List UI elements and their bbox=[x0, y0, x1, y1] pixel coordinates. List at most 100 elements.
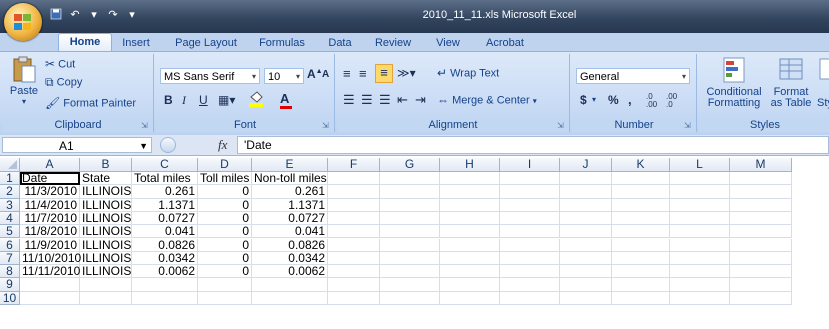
percent-button[interactable]: % bbox=[608, 93, 619, 107]
cell-m9[interactable] bbox=[730, 278, 792, 292]
cell-f3[interactable] bbox=[328, 198, 380, 212]
comma-button[interactable]: , bbox=[628, 92, 632, 107]
tab-acrobat[interactable]: Acrobat bbox=[478, 35, 532, 51]
borders-icon[interactable]: ▦▾ bbox=[218, 93, 235, 107]
cell-c2[interactable]: 0.261 bbox=[132, 185, 198, 199]
cell-c1[interactable]: Total miles bbox=[132, 172, 198, 186]
cell-a3[interactable]: 11/4/2010 bbox=[20, 198, 80, 212]
cell-g5[interactable] bbox=[380, 225, 440, 239]
row-header-2[interactable]: 2 bbox=[0, 185, 20, 199]
column-header-j[interactable]: J bbox=[560, 158, 612, 172]
copy-button[interactable]: ⧉ Copy bbox=[45, 74, 82, 91]
conditional-formatting-button[interactable]: Conditional Formatting bbox=[703, 56, 765, 109]
cell-m3[interactable] bbox=[730, 198, 792, 212]
cell-k3[interactable] bbox=[612, 198, 670, 212]
cell-m10[interactable] bbox=[730, 291, 792, 305]
chevron-down-icon[interactable]: ▾ bbox=[592, 95, 596, 104]
cell-i2[interactable] bbox=[500, 185, 560, 199]
align-right-icon[interactable]: ☰ bbox=[379, 92, 391, 108]
formula-input[interactable]: 'Date bbox=[237, 136, 829, 154]
cell-j10[interactable] bbox=[560, 291, 612, 305]
cell-l4[interactable] bbox=[670, 211, 730, 226]
cell-l2[interactable] bbox=[670, 185, 730, 199]
cell-b7[interactable]: ILLINOIS bbox=[80, 252, 132, 266]
cell-a9[interactable] bbox=[20, 278, 80, 292]
cell-b10[interactable] bbox=[80, 291, 132, 305]
cell-g4[interactable] bbox=[380, 211, 440, 226]
cell-h6[interactable] bbox=[440, 238, 500, 252]
cell-i7[interactable] bbox=[500, 251, 560, 266]
cut-button[interactable]: ✂ Cut bbox=[45, 56, 75, 73]
row-header-4[interactable]: 4 bbox=[0, 212, 20, 226]
formula-bar-expand-icon[interactable] bbox=[160, 137, 176, 153]
cell-g10[interactable] bbox=[380, 291, 440, 305]
cell-h4[interactable] bbox=[440, 211, 500, 226]
row-header-7[interactable]: 7 bbox=[0, 252, 20, 266]
cell-c6[interactable]: 0.0826 bbox=[132, 238, 198, 252]
name-box[interactable]: A1 ▼ bbox=[2, 137, 152, 153]
cell-l8[interactable] bbox=[670, 265, 730, 279]
cell-l3[interactable] bbox=[670, 198, 730, 212]
decrease-indent-icon[interactable]: ⇤ bbox=[397, 92, 408, 108]
cell-h1[interactable] bbox=[440, 172, 500, 186]
cell-k4[interactable] bbox=[612, 211, 670, 226]
cell-b2[interactable]: ILLINOIS bbox=[80, 185, 132, 199]
cell-g2[interactable] bbox=[380, 185, 440, 199]
cell-e5[interactable]: 0.041 bbox=[252, 225, 328, 239]
cell-c9[interactable] bbox=[132, 278, 198, 292]
column-header-b[interactable]: B bbox=[80, 158, 132, 172]
cell-f1[interactable] bbox=[328, 172, 380, 186]
cell-d9[interactable] bbox=[198, 278, 252, 292]
cell-i6[interactable] bbox=[500, 238, 560, 252]
cell-l5[interactable] bbox=[670, 225, 730, 239]
cell-f2[interactable] bbox=[328, 185, 380, 199]
align-center-icon[interactable]: ☰ bbox=[361, 92, 373, 108]
column-header-h[interactable]: H bbox=[440, 158, 500, 172]
cell-j6[interactable] bbox=[560, 238, 612, 252]
chevron-down-icon[interactable]: ▾ bbox=[9, 97, 39, 106]
cell-e3[interactable]: 1.1371 bbox=[252, 198, 328, 212]
cell-j4[interactable] bbox=[560, 211, 612, 226]
cell-k6[interactable] bbox=[612, 238, 670, 252]
cell-a2[interactable]: 11/3/2010 bbox=[20, 185, 80, 199]
cell-e6[interactable]: 0.0826 bbox=[252, 238, 328, 252]
cell-styles-button[interactable]: Sty bbox=[817, 56, 829, 109]
cell-m2[interactable] bbox=[730, 185, 792, 199]
column-header-f[interactable]: F bbox=[328, 158, 380, 172]
cell-h3[interactable] bbox=[440, 198, 500, 212]
cell-a4[interactable]: 11/7/2010 bbox=[20, 212, 80, 226]
cell-j3[interactable] bbox=[560, 198, 612, 212]
number-format-select[interactable]: General ▾ bbox=[576, 68, 690, 84]
cell-g1[interactable] bbox=[380, 172, 440, 186]
cell-b1[interactable]: State bbox=[80, 172, 132, 186]
cell-e1[interactable]: Non-toll miles bbox=[252, 172, 328, 186]
font-family-select[interactable]: MS Sans Serif ▾ bbox=[160, 68, 260, 84]
office-button[interactable] bbox=[4, 3, 42, 41]
cell-a10[interactable] bbox=[20, 291, 80, 305]
cell-c5[interactable]: 0.041 bbox=[132, 225, 198, 239]
cell-e2[interactable]: 0.261 bbox=[252, 185, 328, 199]
column-header-e[interactable]: E bbox=[252, 158, 328, 172]
cell-b8[interactable]: ILLINOIS bbox=[80, 265, 132, 279]
cell-j1[interactable] bbox=[560, 172, 612, 186]
tab-data[interactable]: Data bbox=[320, 35, 360, 51]
cell-l7[interactable] bbox=[670, 251, 730, 266]
tab-page-layout[interactable]: Page Layout bbox=[168, 35, 244, 51]
cell-b3[interactable]: ILLINOIS bbox=[80, 198, 132, 212]
cell-f7[interactable] bbox=[328, 251, 380, 266]
grow-font-icon[interactable]: A▲ bbox=[307, 67, 323, 81]
fill-color-icon[interactable] bbox=[248, 91, 270, 110]
tab-view[interactable]: View bbox=[428, 35, 468, 51]
cell-d5[interactable]: 0 bbox=[198, 225, 252, 239]
cell-f6[interactable] bbox=[328, 238, 380, 252]
dialog-launcher-icon[interactable]: ⇲ bbox=[322, 121, 331, 130]
cell-b9[interactable] bbox=[80, 278, 132, 292]
cell-d4[interactable]: 0 bbox=[198, 212, 252, 226]
tab-home[interactable]: Home bbox=[58, 33, 112, 52]
cell-f10[interactable] bbox=[328, 291, 380, 305]
cell-g7[interactable] bbox=[380, 251, 440, 266]
cell-m6[interactable] bbox=[730, 238, 792, 252]
font-size-select[interactable]: 10 ▾ bbox=[264, 68, 304, 84]
align-left-icon[interactable]: ☰ bbox=[343, 92, 355, 108]
cell-i5[interactable] bbox=[500, 225, 560, 239]
